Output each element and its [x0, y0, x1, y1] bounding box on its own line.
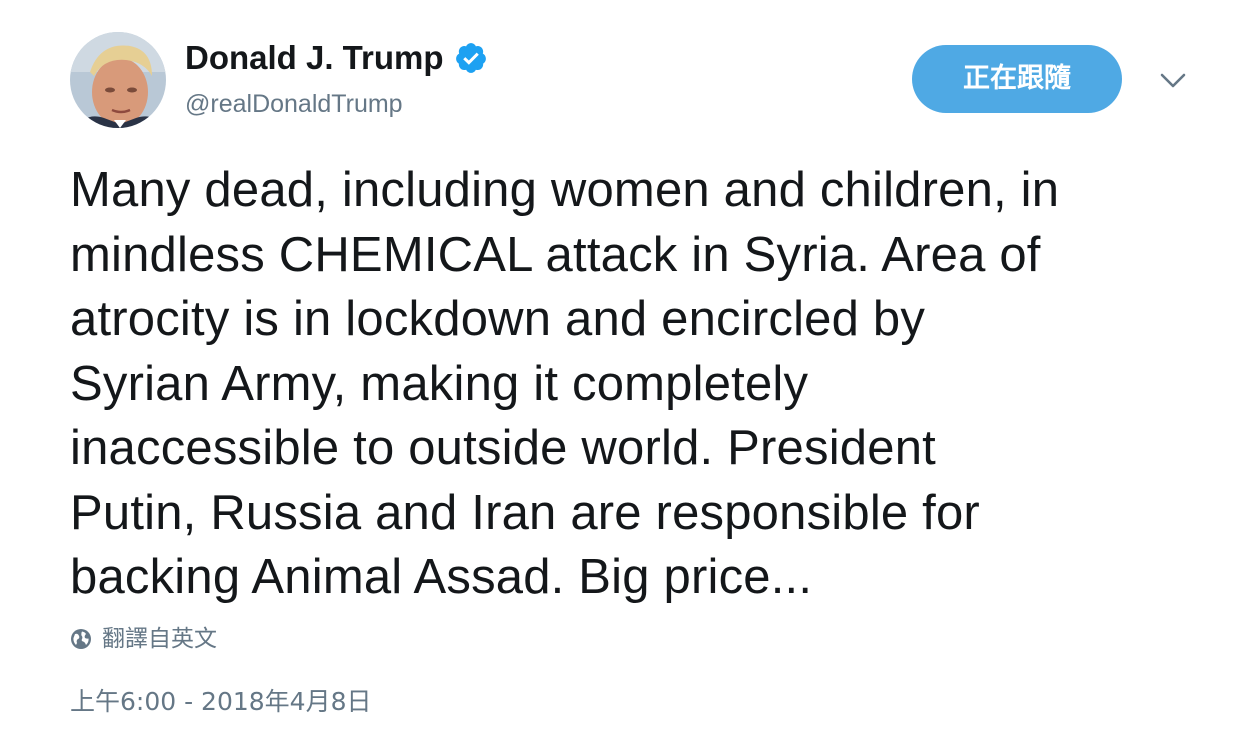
tweet-text-line: backing Animal Assad. Big price...	[70, 550, 813, 604]
author-avatar[interactable]	[70, 32, 166, 128]
tweet-card: Donald J. Trump @realDonaldTrump 正在跟隨 Ma…	[0, 0, 1252, 742]
avatar-image	[70, 32, 166, 128]
globe-icon	[70, 628, 92, 650]
tweet-text-line: atrocity is in lockdown and encircled by	[70, 292, 926, 346]
author-handle[interactable]: @realDonaldTrump	[185, 86, 403, 122]
chevron-down-icon	[1160, 73, 1186, 88]
following-button[interactable]: 正在跟隨	[912, 45, 1122, 113]
tweet-timestamp[interactable]: 上午6:00 - 2018年4月8日	[70, 686, 372, 718]
tweet-text: Many dead, including women and children,…	[70, 158, 1230, 610]
tweet-text-line: Putin, Russia and Iran are responsible f…	[70, 485, 980, 540]
tweet-text-line: Many dead, including women and children,…	[70, 163, 1060, 217]
tweet-text-line: inaccessible to outside world. President	[70, 421, 936, 475]
tweet-text-line: Syrian Army, making it completely	[70, 356, 809, 411]
more-options-button[interactable]	[1156, 64, 1190, 98]
translate-label: 翻譯自英文	[102, 626, 217, 652]
tweet-text-line: mindless CHEMICAL attack in Syria. Area …	[70, 227, 1041, 282]
author-name[interactable]: Donald J. Trump	[185, 36, 488, 80]
translate-tweet-link[interactable]: 翻譯自英文	[70, 624, 217, 654]
verified-badge-icon	[454, 41, 488, 75]
author-name-text: Donald J. Trump	[185, 39, 444, 76]
